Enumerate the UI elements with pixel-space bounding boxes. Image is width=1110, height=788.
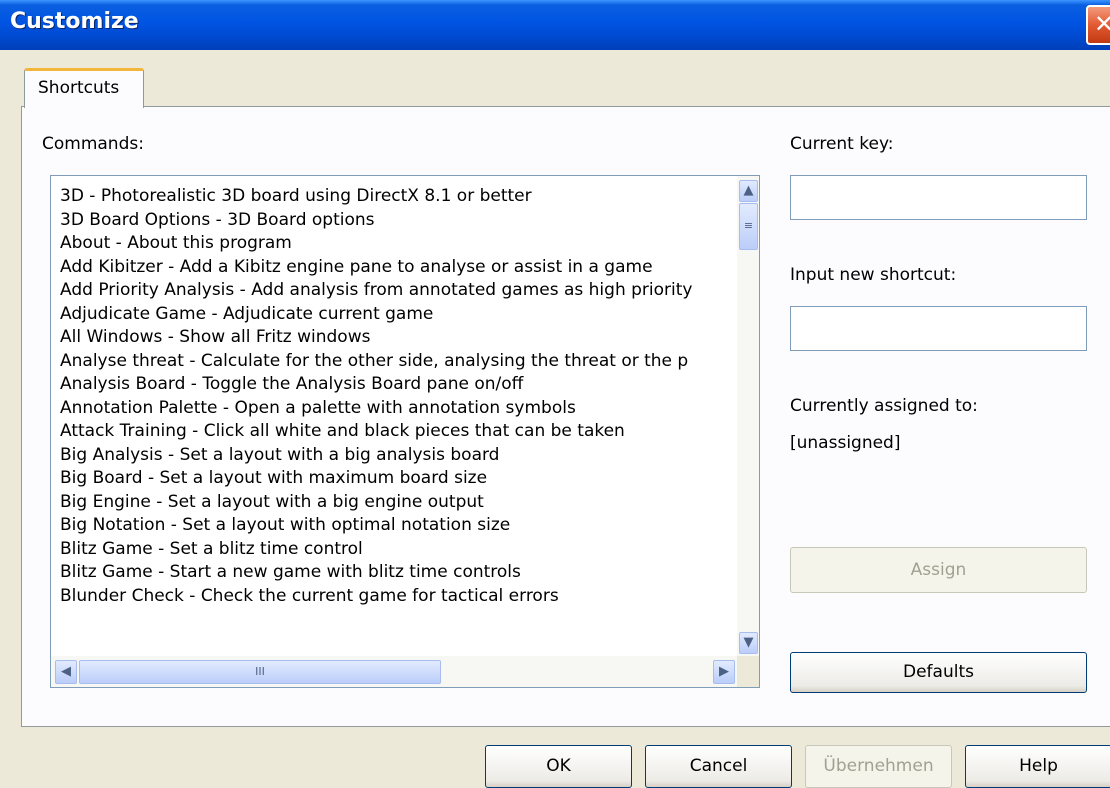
tab-shortcuts[interactable]: Shortcuts <box>24 68 144 108</box>
close-icon[interactable]: ✕ <box>1086 5 1110 45</box>
cancel-button[interactable]: Cancel <box>645 745 792 788</box>
list-item[interactable]: All Windows - Show all Fritz windows <box>60 326 737 350</box>
commands-list-items: 3D - Photorealistic 3D board using Direc… <box>51 176 737 656</box>
vertical-scrollbar[interactable]: ▲ ≡ ▼ <box>737 176 759 656</box>
scroll-left-icon[interactable]: ◀ <box>55 660 77 684</box>
list-item[interactable]: Analyse threat - Calculate for the other… <box>60 350 737 374</box>
new-shortcut-label: Input new shortcut: <box>790 265 957 285</box>
vertical-scroll-thumb[interactable]: ≡ <box>739 203 758 250</box>
window-title: Customize <box>10 9 139 34</box>
scroll-down-icon[interactable]: ▼ <box>739 632 758 654</box>
list-item[interactable]: Big Notation - Set a layout with optimal… <box>60 514 737 538</box>
commands-list[interactable]: 3D - Photorealistic 3D board using Direc… <box>50 175 760 688</box>
scrollbar-corner <box>737 656 759 687</box>
assign-button[interactable]: Assign <box>790 547 1087 593</box>
list-item[interactable]: Analysis Board - Toggle the Analysis Boa… <box>60 373 737 397</box>
list-item[interactable]: Blitz Game - Start a new game with blitz… <box>60 561 737 585</box>
list-item[interactable]: Add Kibitzer - Add a Kibitz engine pane … <box>60 256 737 280</box>
list-item[interactable]: Big Engine - Set a layout with a big eng… <box>60 491 737 515</box>
defaults-button[interactable]: Defaults <box>790 652 1087 693</box>
list-item[interactable]: Big Analysis - Set a layout with a big a… <box>60 444 737 468</box>
list-item[interactable]: 3D Board Options - 3D Board options <box>60 209 737 233</box>
list-item[interactable]: Annotation Palette - Open a palette with… <box>60 397 737 421</box>
list-item[interactable]: Adjudicate Game - Adjudicate current gam… <box>60 303 737 327</box>
list-item[interactable]: 3D - Photorealistic 3D board using Direc… <box>60 185 737 209</box>
ok-button[interactable]: OK <box>485 745 632 788</box>
list-item[interactable]: Blitz Game - Set a blitz time control <box>60 538 737 562</box>
list-item[interactable]: Blunder Check - Check the current game f… <box>60 585 737 609</box>
list-item[interactable]: Big Board - Set a layout with maximum bo… <box>60 467 737 491</box>
current-key-field[interactable] <box>790 175 1087 220</box>
current-key-label: Current key: <box>790 134 894 154</box>
list-item[interactable]: About - About this program <box>60 232 737 256</box>
currently-assigned-label: Currently assigned to: <box>790 396 978 416</box>
scroll-up-icon[interactable]: ▲ <box>739 180 758 202</box>
new-shortcut-input[interactable] <box>790 306 1087 351</box>
horizontal-scrollbar[interactable]: ◀ III ▶ <box>51 656 737 687</box>
currently-assigned-value: [unassigned] <box>790 433 901 453</box>
list-item[interactable]: Attack Training - Click all white and bl… <box>60 420 737 444</box>
title-bar[interactable]: Customize ✕ <box>0 0 1110 50</box>
help-button[interactable]: Help <box>965 745 1110 788</box>
scroll-right-icon[interactable]: ▶ <box>713 660 735 684</box>
horizontal-scroll-thumb[interactable]: III <box>79 660 441 684</box>
apply-button[interactable]: Übernehmen <box>805 745 952 788</box>
list-item[interactable]: Add Priority Analysis - Add analysis fro… <box>60 279 737 303</box>
commands-label: Commands: <box>42 134 144 154</box>
